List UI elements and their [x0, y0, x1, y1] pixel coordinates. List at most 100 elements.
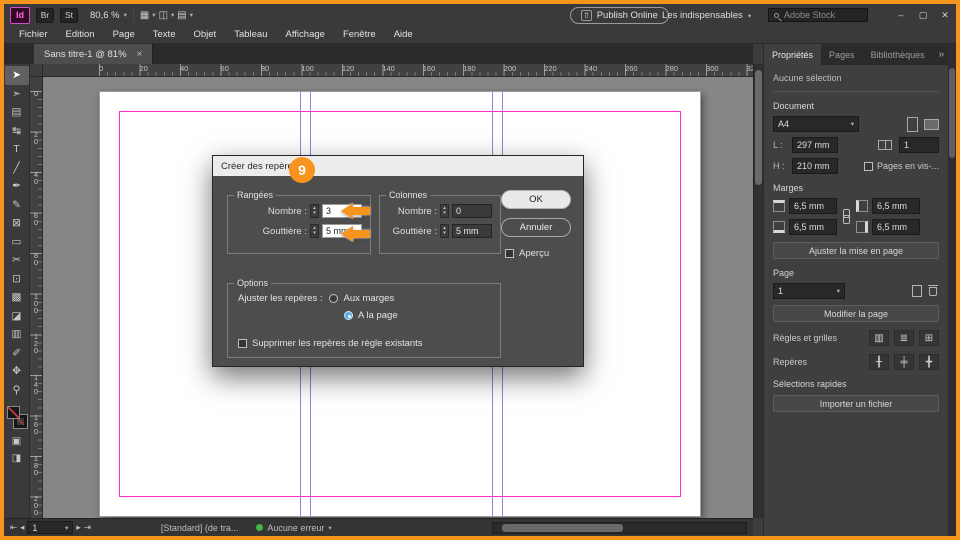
vertical-ruler[interactable]: 0 20 40 60 80 100 120 140 160 180 200 [30, 77, 43, 518]
bridge-button[interactable]: Br [36, 7, 54, 23]
menu-item[interactable]: Affichage [276, 29, 333, 40]
columns-gutter-stepper[interactable]: ▴ ▾ [440, 224, 449, 238]
menu-item[interactable]: Texte [144, 29, 185, 40]
fit-margins-radio[interactable]: Aux marges [329, 293, 394, 304]
rectangle-frame-tool[interactable]: ⊠ [5, 214, 29, 233]
menu-item[interactable]: Tableau [225, 29, 276, 40]
menu-item[interactable]: Objet [184, 29, 225, 40]
preflight-profile-label[interactable]: [Standard] (de tra... [161, 523, 239, 533]
tab-proprietes[interactable]: Propriétés [764, 44, 822, 65]
note-tool[interactable]: ▥ [5, 325, 29, 344]
link-margins-icon[interactable] [843, 209, 850, 224]
dialog-titlebar[interactable]: Créer des repères [213, 156, 583, 176]
eyedropper-tool[interactable]: ✐ [5, 344, 29, 363]
horizontal-scrollbar[interactable] [492, 522, 747, 534]
margins-columns-icon[interactable]: ▥ [869, 330, 889, 346]
stepper-down-icon[interactable]: ▾ [313, 211, 316, 216]
pencil-tool[interactable]: ✎ [5, 196, 29, 215]
menu-item[interactable]: Edition [57, 29, 104, 40]
vertical-scrollbar[interactable] [753, 64, 763, 518]
fill-stroke-swatches[interactable] [6, 406, 28, 429]
page-tool[interactable]: ▤ [5, 103, 29, 122]
stepper-down-icon[interactable]: ▾ [443, 231, 446, 236]
ok-button[interactable]: OK [501, 190, 571, 209]
tab-bibliotheques[interactable]: Bibliothèques [863, 44, 933, 65]
fit-page-radio[interactable]: A la page [344, 310, 500, 321]
pen-tool[interactable]: ✒ [5, 177, 29, 196]
columns-number-input[interactable] [452, 204, 492, 218]
selection-tool[interactable]: ➤ [4, 66, 29, 85]
free-transform-tool[interactable]: ⊡ [5, 270, 29, 289]
guides-options-icon[interactable]: ╋ [919, 354, 939, 370]
page-number-dropdown[interactable]: 1 ▾ [773, 283, 845, 299]
edit-page-button[interactable]: Modifier la page [773, 305, 939, 322]
ruler-origin-corner[interactable] [30, 64, 43, 77]
margin-left-field[interactable]: 6,5 mm [872, 198, 920, 214]
orientation-landscape-button[interactable] [924, 118, 939, 130]
new-page-icon[interactable] [912, 285, 922, 297]
column-guides-icon[interactable]: ╂ [869, 354, 889, 370]
gradient-tool[interactable]: ▩ [5, 288, 29, 307]
adjust-layout-button[interactable]: Ajuster la mise en page [773, 242, 939, 259]
rows-gutter-stepper[interactable]: ▴ ▾ [310, 224, 319, 238]
rectangle-tool[interactable]: ▭ [5, 233, 29, 252]
width-field[interactable]: 297 mm [792, 137, 838, 153]
document-tab[interactable]: Sans titre-1 @ 81% × [34, 44, 154, 64]
stepper-down-icon[interactable]: ▾ [313, 231, 316, 236]
first-page-button[interactable]: ⇤ [10, 522, 17, 533]
tab-pages[interactable]: Pages [821, 44, 863, 65]
stepper-down-icon[interactable]: ▾ [443, 211, 446, 216]
horizontal-scrollbar-thumb[interactable] [502, 524, 623, 532]
margin-top-field[interactable]: 6,5 mm [789, 198, 837, 214]
screen-mode-normal-icon[interactable]: ◨ [12, 453, 21, 464]
delete-page-icon[interactable] [928, 284, 938, 296]
import-file-button[interactable]: Importer un fichier [773, 395, 939, 412]
margin-right-field[interactable]: 6,5 mm [872, 219, 920, 235]
page-count-field[interactable]: 1 [899, 137, 939, 153]
restore-button[interactable]: ▢ [912, 10, 934, 21]
facing-pages-checkbox[interactable]: Pages en vis-... [863, 161, 939, 171]
last-page-button[interactable]: ⇥ [84, 522, 91, 533]
type-tool[interactable]: T [5, 140, 29, 159]
height-field[interactable]: 210 mm [792, 158, 838, 174]
horizontal-ruler[interactable]: 0 20 40 60 80 100 120 140 160 180 200 220 240 260 280 3… [43, 64, 753, 77]
menu-item[interactable]: Fichier [10, 29, 57, 40]
close-button[interactable]: ✕ [934, 10, 956, 21]
minimize-button[interactable]: – [890, 10, 912, 20]
columns-gutter-input[interactable] [452, 224, 492, 238]
menu-item[interactable]: Aide [385, 29, 422, 40]
adobe-stock-search-input[interactable]: Adobe Stock [768, 8, 868, 22]
document-preset-dropdown[interactable]: A4 ▾ [773, 116, 859, 132]
workspace-dropdown[interactable]: Les indispensables ▾ [662, 8, 751, 23]
scissors-tool[interactable]: ✂ [5, 251, 29, 270]
margin-bottom-field[interactable]: 6,5 mm [789, 219, 837, 235]
panel-scrollbar[interactable] [948, 44, 956, 536]
line-tool[interactable]: ╱ [5, 159, 29, 178]
preview-checkbox[interactable]: Aperçu [505, 248, 549, 259]
stock-button[interactable]: St [60, 7, 78, 23]
document-grid-icon[interactable]: ⊞ [919, 330, 939, 346]
columns-number-stepper[interactable]: ▴ ▾ [440, 204, 449, 218]
status-page-dropdown[interactable]: 1 ▾ [27, 521, 74, 534]
orientation-portrait-button[interactable] [907, 116, 918, 132]
zoom-tool[interactable]: ⚲ [5, 381, 29, 400]
next-page-button[interactable]: ▸ [76, 522, 80, 533]
tab-close-icon[interactable]: × [137, 49, 143, 60]
gap-tool[interactable]: ↹ [5, 122, 29, 141]
fill-swatch[interactable] [6, 406, 20, 419]
gradient-feather-tool[interactable]: ◪ [5, 307, 29, 326]
menu-item[interactable]: Page [104, 29, 144, 40]
publish-online-button[interactable]: ⇧ Publish Online [570, 7, 669, 24]
baseline-grid-icon[interactable]: ≣ [894, 330, 914, 346]
panel-scrollbar-thumb[interactable] [949, 68, 955, 158]
row-guides-icon[interactable]: ╪ [894, 354, 914, 370]
cancel-button[interactable]: Annuler [501, 218, 571, 237]
vertical-scrollbar-thumb[interactable] [755, 70, 762, 185]
chevron-down-icon[interactable]: ▾ [328, 524, 331, 532]
rows-number-stepper[interactable]: ▴ ▾ [310, 204, 319, 218]
remove-existing-guides-checkbox[interactable]: Supprimer les repères de règle existants [238, 338, 423, 349]
default-fill-stroke-icon[interactable]: ▣ [12, 436, 21, 447]
panel-overflow-icon[interactable]: » [933, 44, 948, 65]
direct-selection-tool[interactable]: ➣ [5, 85, 29, 104]
zoom-level-dropdown[interactable]: 80,6 % ▾ [90, 10, 127, 21]
